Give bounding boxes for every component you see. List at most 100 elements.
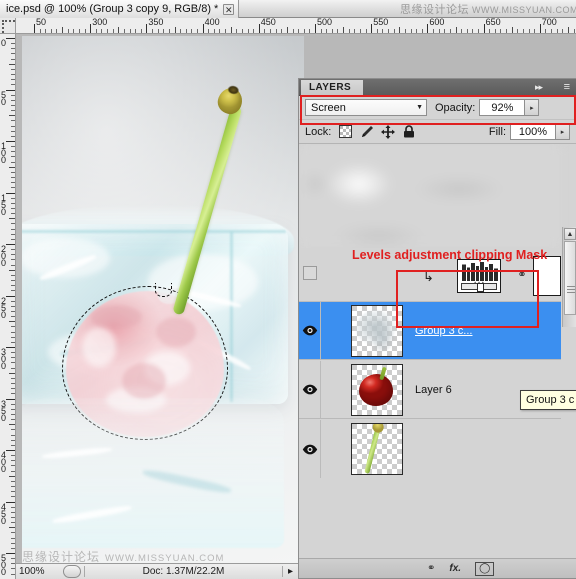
ruler-tick-minor (11, 53, 15, 55)
ruler-tick-minor (73, 29, 75, 33)
ruler-tick-minor (376, 29, 378, 33)
vertical-ruler[interactable]: 0 50 100 150 200 250 300 350 400 450 500 (0, 34, 16, 579)
ruler-tick-minor (50, 29, 52, 33)
ruler-tick-minor (11, 197, 15, 199)
ruler-tick-minor (11, 480, 15, 482)
ruler-tick (6, 38, 15, 39)
ruler-tick-minor (129, 29, 131, 33)
ruler-tick-minor (11, 496, 15, 498)
ruler-tick-minor (11, 161, 15, 163)
artboard[interactable] (22, 36, 304, 566)
marching-ants-selection-notch (155, 283, 172, 297)
scroll-up-icon[interactable]: ▲ (564, 228, 576, 240)
layer-list[interactable]: ↳ ▴ ▴ ▴ ⚭ Group 3 c... (299, 144, 576, 561)
ruler-label: 350 (1, 398, 7, 423)
opacity-stepper[interactable]: ▸ (524, 99, 540, 116)
ruler-tick-minor (337, 29, 339, 33)
lock-transparency-icon[interactable] (338, 125, 353, 139)
ruler-tick-minor (11, 377, 15, 379)
layer-visibility-placeholder[interactable] (303, 266, 317, 280)
layer-mask-thumbnail[interactable] (533, 256, 561, 296)
ruler-tick-minor (180, 29, 182, 33)
eye-icon[interactable] (299, 361, 321, 418)
ruler-tick-minor (438, 29, 440, 33)
ruler-tick-minor (9, 166, 15, 168)
ruler-label: 450 (260, 18, 276, 27)
layer-thumbnail[interactable] (351, 304, 403, 357)
tab-layers[interactable]: LAYERS (301, 80, 364, 96)
fill-stepper[interactable]: ▸ (555, 123, 570, 140)
ruler-tick-minor (11, 254, 15, 256)
lock-position-icon[interactable] (380, 124, 395, 139)
chevron-down-icon: ▼ (416, 104, 423, 111)
ruler-tick-minor (11, 532, 15, 534)
ruler-tick-minor (11, 300, 15, 302)
opacity-input[interactable]: 92% (479, 99, 526, 116)
lock-all-icon[interactable] (401, 125, 416, 139)
ruler-tick-minor (11, 388, 15, 390)
ruler-tick (6, 553, 15, 554)
ruler-tick-minor (11, 187, 15, 189)
ruler-corner[interactable] (0, 18, 16, 34)
layer-thumbnail[interactable] (351, 363, 403, 416)
ruler-label: 500 (1, 553, 7, 577)
status-arrow-icon[interactable]: ▸ (282, 566, 298, 577)
layer-name[interactable]: Group 3 c... (415, 325, 472, 337)
ruler-tick-minor (11, 516, 15, 518)
ruler-tick-minor (433, 29, 435, 33)
status-button[interactable] (63, 565, 81, 578)
panel-menu-icon[interactable]: ≡ (564, 81, 570, 93)
fill-input[interactable]: 100% (510, 123, 556, 140)
horizontal-ruler[interactable]: 50300350400450500550600650700750 (16, 18, 576, 34)
layer-thumbnail[interactable] (351, 423, 403, 475)
mask-link-icon[interactable]: ⚭ (517, 266, 526, 282)
ruler-tick-minor (163, 29, 165, 33)
ruler-tick-minor (11, 202, 15, 204)
ruler-tick-minor (11, 58, 15, 60)
ruler-tick-minor (11, 238, 15, 240)
close-icon[interactable]: ✕ (223, 3, 235, 15)
ruler-tick-minor (9, 372, 15, 374)
layer-row[interactable] (299, 420, 561, 478)
ruler-tick-minor (11, 120, 15, 122)
collapse-panel-icon[interactable]: ▸▸ (535, 82, 543, 93)
ruler-tick-minor (11, 413, 15, 415)
ruler-label: 300 (92, 18, 108, 27)
ruler-tick-minor (11, 171, 15, 173)
document-tab[interactable]: ice.psd @ 100% (Group 3 copy 9, RGB/8) *… (0, 0, 240, 18)
eye-icon[interactable] (299, 302, 321, 359)
blend-mode-select[interactable]: Screen ▼ (305, 99, 427, 116)
panel-scrollbar[interactable]: ▲ (562, 227, 576, 327)
layer-name[interactable]: Layer 6 (415, 384, 452, 396)
eye-icon[interactable] (299, 420, 321, 478)
ruler-tick-minor (95, 29, 97, 33)
ruler-tick-minor (11, 439, 15, 441)
ruler-tick-minor (545, 29, 547, 33)
levels-histogram-icon (460, 262, 498, 281)
ruler-label: 700 (541, 18, 557, 27)
lock-image-icon[interactable] (359, 125, 374, 139)
zoom-level[interactable]: 100% (16, 566, 60, 577)
ruler-tick-minor (393, 29, 395, 33)
ruler-tick-minor (107, 29, 109, 33)
ruler-label: 650 (485, 18, 501, 27)
ruler-tick (6, 398, 15, 400)
ruler-tick-minor (11, 341, 15, 343)
levels-adjustment-thumbnail[interactable]: ▴ ▴ ▴ (457, 259, 501, 293)
layer-style-fx-icon[interactable]: fx. (449, 562, 461, 576)
ruler-tick-minor (517, 29, 519, 33)
ruler-tick-minor (275, 29, 277, 33)
panel-menu-glyph: ≡ (563, 81, 570, 93)
ruler-tick-minor (185, 29, 187, 33)
layer-row[interactable]: Group 3 c... (299, 302, 561, 360)
link-layers-icon[interactable]: ⚭ (427, 562, 435, 576)
ruler-tick-minor (67, 29, 69, 33)
ruler-tick-minor (11, 393, 15, 395)
ruler-tick-minor (253, 29, 255, 33)
add-layer-mask-icon[interactable]: ◯ (475, 561, 495, 576)
ruler-tick-minor (11, 465, 15, 467)
ruler-tick-minor (11, 290, 15, 292)
scrollbar-thumb[interactable] (564, 241, 576, 315)
ruler-label: 400 (204, 18, 220, 27)
ruler-tick-minor (11, 104, 15, 106)
